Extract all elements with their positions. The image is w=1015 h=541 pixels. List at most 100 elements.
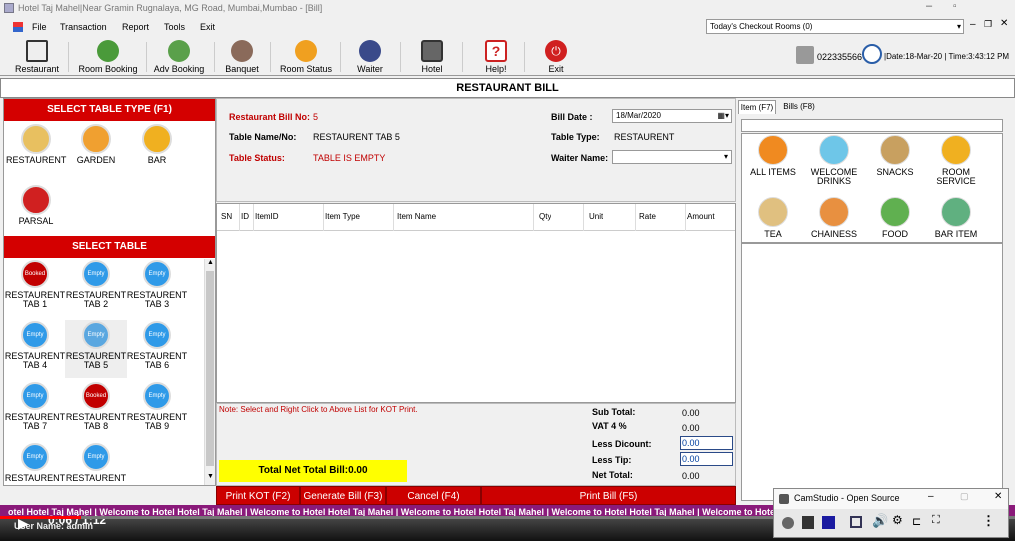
select-table-header: SELECT TABLE	[4, 236, 215, 258]
checkout-rooms-select[interactable]: Today's Checkout Rooms (0) ▾	[706, 19, 964, 34]
grid-column-divider	[323, 204, 324, 231]
print-kot-button[interactable]: Print KOT (F2)	[216, 486, 300, 505]
close-icon[interactable]: ✕	[994, 491, 1002, 502]
restore-child-icon[interactable]: ❐	[984, 19, 992, 30]
menu-file[interactable]: File	[32, 22, 47, 32]
grid-column-header[interactable]: Item Name	[397, 212, 436, 221]
table-tile[interactable]: Empty RESTAURENT TAB 2	[65, 259, 127, 317]
restaurant-button[interactable]: Restaurant	[8, 38, 66, 75]
adv-booking-button[interactable]: Adv Booking	[148, 38, 210, 75]
table-tile[interactable]: Booked RESTAURENT TAB 8	[65, 381, 127, 439]
right-panel: Item (F7) Bills (F8) ALL ITEMS WELCOME DRI…	[736, 98, 1008, 504]
table-type-garden[interactable]: GARDEN	[66, 124, 126, 169]
table-tile[interactable]: Empty RESTAURENT TAB 6	[126, 320, 188, 378]
grid-column-header[interactable]: ID	[241, 212, 251, 221]
record-region-icon[interactable]: ⊏	[912, 515, 921, 528]
scroll-down-icon[interactable]: ▼	[207, 473, 214, 480]
table-label: RESTAURENT	[4, 473, 66, 483]
pause-icon[interactable]	[802, 516, 814, 529]
banquet-label: Banquet	[225, 64, 259, 74]
category-tile[interactable]: ALL ITEMS	[743, 135, 803, 193]
item-search-box[interactable]	[741, 119, 1003, 132]
table-tile[interactable]: Empty RESTAURENT	[65, 442, 127, 485]
speaker-icon[interactable]: 🔊	[872, 513, 888, 529]
item-grid[interactable]: SN ID ItemID Item Type Item Name Qty Unit Rate A…	[216, 203, 736, 403]
category-tile[interactable]: SNACKS	[865, 135, 925, 193]
minimize-icon[interactable]: –	[926, 0, 932, 12]
room-booking-button[interactable]: Room Booking	[74, 38, 142, 75]
record-icon[interactable]	[782, 517, 794, 529]
menu-exit[interactable]: Exit	[200, 22, 215, 32]
app-menu-icon[interactable]	[13, 22, 23, 32]
window-title: Hotel Taj Mahel|Near Gramin Rugnalaya, M…	[18, 3, 323, 13]
hotel-button[interactable]: Hotel	[412, 38, 452, 75]
discount-input[interactable]: 0.00	[680, 436, 733, 450]
bill-date-picker[interactable]: 18/Mar/2020 ▦▾	[612, 109, 732, 123]
table-number: TAB 3	[144, 299, 170, 309]
exit-button[interactable]: ⏻ Exit	[536, 38, 576, 75]
tab-item[interactable]: Item (F7)	[738, 100, 776, 114]
menu-report[interactable]: Report	[122, 22, 149, 32]
toolbar-separator	[462, 42, 463, 72]
table-tile[interactable]: Empty RESTAURENT TAB 7	[4, 381, 66, 439]
category-label: DRINKS	[816, 176, 851, 186]
room-status-button[interactable]: Room Status	[276, 38, 336, 75]
cancel-button[interactable]: Cancel (F4)	[386, 486, 481, 505]
tip-input[interactable]: 0.00	[680, 452, 733, 466]
print-bill-button[interactable]: Print Bill (F5)	[481, 486, 736, 505]
net-total-label: Net Total:	[592, 470, 633, 480]
camstudio-toolbar: 🔊 ⚙ ⊏ ⛶ ⋮	[774, 509, 1008, 537]
table-type-parsal[interactable]: PARSAL	[6, 185, 66, 230]
adv-booking-label: Adv Booking	[153, 64, 205, 74]
table-type-value: RESTAURENT	[614, 132, 675, 142]
grid-column-header[interactable]: Rate	[639, 212, 656, 221]
grid-column-header[interactable]: Amount	[687, 212, 715, 221]
maximize-icon[interactable]: ▢	[960, 491, 969, 502]
table-tile[interactable]: Empty RESTAURENT TAB 9	[126, 381, 188, 439]
room-status-icon	[295, 40, 317, 62]
stop-icon[interactable]	[822, 516, 835, 529]
region-icon[interactable]	[850, 516, 862, 528]
camstudio-title: CamStudio - Open Source	[794, 493, 900, 503]
generate-bill-button[interactable]: Generate Bill (F3)	[300, 486, 386, 505]
waiter-button[interactable]: Waiter	[348, 38, 392, 75]
table-status-icon: Booked	[21, 260, 49, 288]
grid-column-header[interactable]: Item Type	[325, 212, 360, 221]
grid-column-header[interactable]: Unit	[589, 212, 603, 221]
tip-label: Less Tip:	[592, 455, 632, 465]
table-tile[interactable]: Empty RESTAURENT TAB 4	[4, 320, 66, 378]
minimize-icon[interactable]: –	[928, 491, 934, 502]
table-tile[interactable]: Booked RESTAURENT TAB 1	[4, 259, 66, 317]
grid-column-header[interactable]: ItemID	[255, 212, 279, 221]
grid-column-header[interactable]: SN	[221, 212, 232, 221]
menu-tools[interactable]: Tools	[164, 22, 185, 32]
scroll-up-icon[interactable]: ▲	[207, 259, 214, 266]
waiter-name-select[interactable]: ▾	[612, 150, 732, 164]
banquet-button[interactable]: Banquet	[220, 38, 264, 75]
category-label: FOOD	[882, 229, 908, 239]
more-options-icon[interactable]: ⋮	[982, 513, 995, 529]
table-type-restaurent[interactable]: RESTAURENT	[6, 124, 66, 169]
menu-transaction[interactable]: Transaction	[60, 22, 107, 32]
category-tile[interactable]: ROOM SERVICE	[926, 135, 986, 193]
help-button[interactable]: ? Help!	[476, 38, 516, 75]
calendar-icon[interactable]: ▦▾	[717, 110, 729, 122]
grid-header: SN ID ItemID Item Type Item Name Qty Unit Rate A…	[217, 204, 735, 231]
fullscreen-icon[interactable]: ⛶	[932, 514, 940, 527]
minimize-child-icon[interactable]: –	[970, 19, 976, 30]
table-type-bar[interactable]: BAR	[127, 124, 187, 169]
table-list-scrollbar[interactable]: ▲ ▼	[204, 259, 215, 485]
settings-icon[interactable]: ⚙	[892, 513, 903, 527]
camstudio-window[interactable]: CamStudio - Open Source – ▢ ✕ 🔊 ⚙ ⊏ ⛶ ⋮	[773, 488, 1009, 538]
category-tile[interactable]: WELCOME DRINKS	[804, 135, 864, 193]
table-tile[interactable]: Empty RESTAURENT TAB 3	[126, 259, 188, 317]
grid-column-header[interactable]: Qty	[539, 212, 551, 221]
restore-icon[interactable]: ▫	[953, 1, 957, 12]
scroll-thumb[interactable]	[206, 271, 214, 466]
table-tile[interactable]: Empty RESTAURENT	[4, 442, 66, 485]
table-number: TAB 4	[22, 360, 48, 370]
table-tile[interactable]: Empty RESTAURENT TAB 5	[65, 320, 127, 378]
close-child-icon[interactable]: ✕	[1000, 18, 1008, 29]
tab-bills[interactable]: Bills (F8)	[780, 100, 818, 114]
restaurant-label: Restaurant	[14, 64, 60, 74]
